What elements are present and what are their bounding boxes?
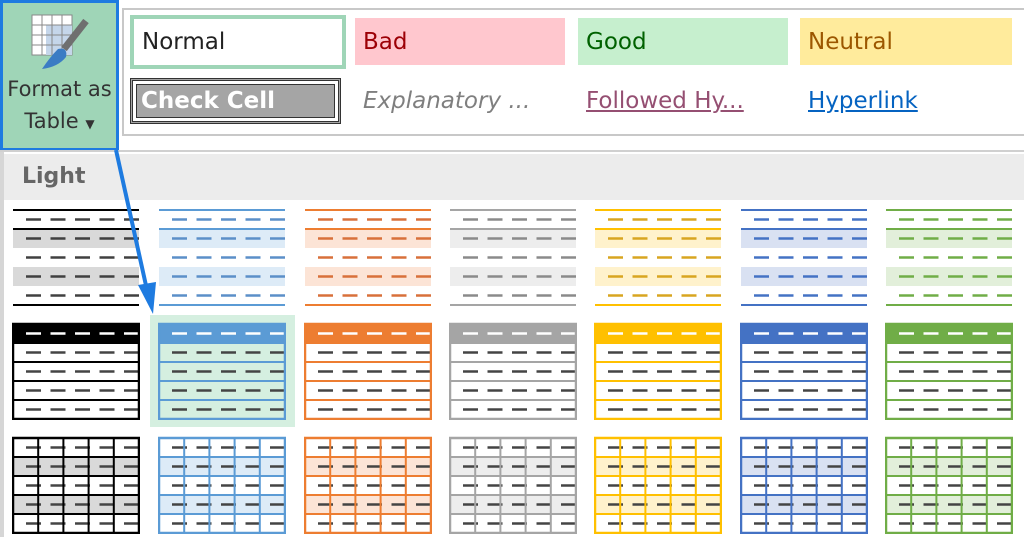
table-style-grid-gold[interactable]: [594, 436, 722, 534]
cell-style-label: Check Cell: [141, 88, 276, 114]
table-style-light-black[interactable]: [12, 208, 140, 306]
cell-style-label: Neutral: [808, 28, 893, 55]
cell-style-bad[interactable]: Bad: [355, 18, 565, 65]
table-style-medium-blue[interactable]: [158, 322, 286, 420]
table-style-light-green[interactable]: [885, 208, 1013, 306]
panel-edge: [0, 152, 4, 537]
cell-style-label: Good: [586, 28, 647, 55]
cell-style-label: Followed Hy...: [586, 88, 744, 114]
table-style-grid-dark-blue[interactable]: [740, 436, 868, 534]
table-style-grid-orange[interactable]: [304, 436, 432, 534]
format-as-label: Format as: [7, 77, 112, 101]
cell-style-neutral[interactable]: Neutral: [800, 18, 1012, 65]
table-style-medium-black[interactable]: [12, 322, 140, 420]
cell-style-label: Normal: [142, 29, 226, 55]
table-style-grid-green[interactable]: [885, 436, 1013, 534]
divider: [0, 150, 1024, 152]
table-style-grid-gray[interactable]: [449, 436, 577, 534]
table-style-light-gray[interactable]: [449, 208, 577, 306]
cell-style-label: Bad: [363, 28, 408, 55]
cell-style-label: Explanatory ...: [363, 88, 531, 114]
format-as-table-icon: [31, 14, 89, 69]
table-label: Table: [24, 109, 79, 133]
table-style-medium-gold[interactable]: [594, 322, 722, 420]
cell-style-normal[interactable]: Normal: [130, 15, 346, 69]
table-style-light-orange[interactable]: [304, 208, 432, 306]
table-style-grid-blue[interactable]: [158, 436, 286, 534]
table-style-grid-black[interactable]: [12, 436, 140, 534]
table-style-medium-gray[interactable]: [449, 322, 577, 420]
caret-down-icon: ▼: [85, 117, 95, 131]
format-as-table-button[interactable]: Format as Table ▼: [0, 0, 119, 151]
cell-style-good[interactable]: Good: [578, 18, 788, 65]
cell-style-hyperlink[interactable]: Hyperlink: [800, 80, 1012, 122]
section-header-light: Light: [4, 154, 1024, 200]
cell-style-label: Hyperlink: [808, 88, 918, 114]
table-style-light-blue[interactable]: [158, 208, 286, 306]
cell-style-followed-hyperlink[interactable]: Followed Hy...: [578, 80, 788, 122]
cell-style-explanatory[interactable]: Explanatory ...: [355, 80, 565, 122]
table-style-medium-dark-blue[interactable]: [740, 322, 868, 420]
table-style-medium-orange[interactable]: [304, 322, 432, 420]
cell-style-check-cell[interactable]: Check Cell: [130, 78, 341, 124]
table-style-light-dark-blue[interactable]: [740, 208, 868, 306]
table-style-light-gold[interactable]: [594, 208, 722, 306]
table-style-medium-green[interactable]: [885, 322, 1013, 420]
